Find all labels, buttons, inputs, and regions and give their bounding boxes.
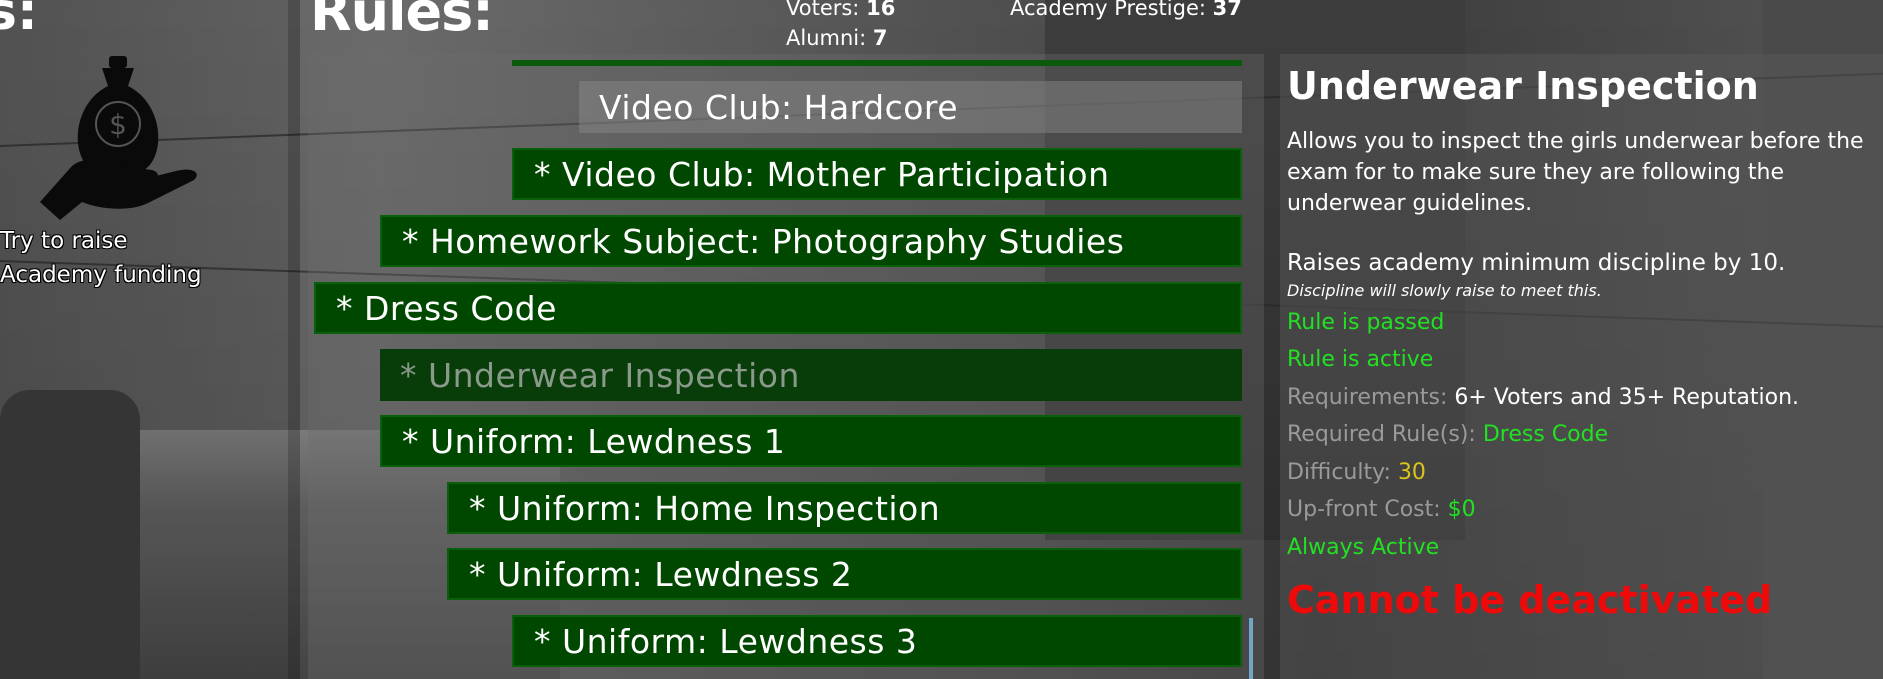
alumni-label: Alumni: — [786, 26, 867, 50]
rule-item[interactable]: * Video Club: Mother Participation — [512, 148, 1242, 200]
rule-item-label: * Underwear Inspection — [400, 355, 800, 395]
voters-stat: Voters: 16 — [786, 0, 895, 20]
panel-divider — [288, 0, 300, 679]
money-bag-hand-icon: $ — [40, 56, 197, 220]
rule-item-label: * Dress Code — [336, 288, 557, 328]
difficulty-label: Difficulty: — [1287, 460, 1391, 485]
rule-detail-title: Underwear Inspection — [1287, 64, 1759, 108]
rule-item[interactable]: * Uniform: Lewdness 2 — [447, 548, 1242, 600]
prestige-label: Academy Prestige: — [1010, 0, 1206, 20]
objective-text: Try to raise Academy funding — [0, 224, 202, 292]
deactivation-warning: Cannot be deactivated — [1287, 578, 1773, 622]
rule-item-label: * Homework Subject: Photography Studies — [402, 221, 1125, 261]
rule-item-label: Video Club: Hardcore — [599, 87, 959, 127]
svg-text:$: $ — [109, 108, 127, 141]
rule-item[interactable]: * Uniform: Home Inspection — [447, 482, 1242, 534]
voters-label: Voters: — [786, 0, 860, 20]
rule-item-label: * Uniform: Lewdness 1 — [402, 421, 786, 461]
rule-detail-effect-note: Discipline will slowly raise to meet thi… — [1287, 281, 1602, 300]
rule-item[interactable]: Video Club: Hardcore — [579, 81, 1242, 133]
objective-line: Academy funding — [0, 262, 202, 288]
status-active: Rule is active — [1287, 347, 1434, 372]
objective-heading: s: — [0, 0, 38, 42]
difficulty-value: 30 — [1397, 460, 1426, 485]
prestige-value: 37 — [1212, 0, 1242, 20]
requirements-label: Requirements: — [1287, 385, 1448, 410]
always-active-status: Always Active — [1287, 535, 1440, 560]
cost-row: Up-front Cost: $0 — [1287, 497, 1476, 522]
rule-item-label: * Uniform: Home Inspection — [469, 488, 941, 528]
rule-item-selected[interactable]: * Underwear Inspection — [380, 349, 1242, 401]
rule-item-label: * Uniform: Lewdness 2 — [469, 554, 853, 594]
page-title: Rules: — [310, 0, 494, 43]
prestige-stat: Academy Prestige: 37 — [1010, 0, 1242, 20]
requirements-row: Requirements: 6+ Voters and 35+ Reputati… — [1287, 385, 1799, 410]
voters-value: 16 — [866, 0, 896, 20]
rule-item[interactable]: * Dress Code — [314, 282, 1242, 334]
rule-item[interactable]: * Homework Subject: Photography Studies — [380, 215, 1242, 267]
status-passed: Rule is passed — [1287, 310, 1445, 335]
alumni-value: 7 — [872, 26, 888, 50]
requirements-value: 6+ Voters and 35+ Reputation. — [1454, 385, 1800, 410]
rules-scrollbar[interactable] — [1249, 618, 1253, 679]
rule-detail-effect: Raises academy minimum discipline by 10. — [1287, 250, 1786, 276]
rules-list-item-partial[interactable] — [512, 60, 1242, 66]
difficulty-row: Difficulty: 30 — [1287, 460, 1426, 485]
rule-detail-description: Allows you to inspect the girls underwea… — [1287, 129, 1864, 216]
required-rules-label: Required Rule(s): — [1287, 422, 1476, 447]
rule-item-label: * Video Club: Mother Participation — [534, 154, 1110, 194]
objective-line: Try to raise — [0, 228, 128, 254]
cost-value: $0 — [1447, 497, 1476, 522]
rule-item[interactable]: * Uniform: Lewdness 1 — [380, 415, 1242, 467]
required-rules-value: Dress Code — [1482, 422, 1609, 447]
cost-label: Up-front Cost: — [1287, 497, 1441, 522]
rule-item-label: * Uniform: Lewdness 3 — [534, 621, 918, 661]
alumni-stat: Alumni: 7 — [786, 26, 888, 50]
required-rules-row: Required Rule(s): Dress Code — [1287, 422, 1608, 447]
rule-item[interactable]: * Uniform: Lewdness 3 — [512, 615, 1242, 667]
